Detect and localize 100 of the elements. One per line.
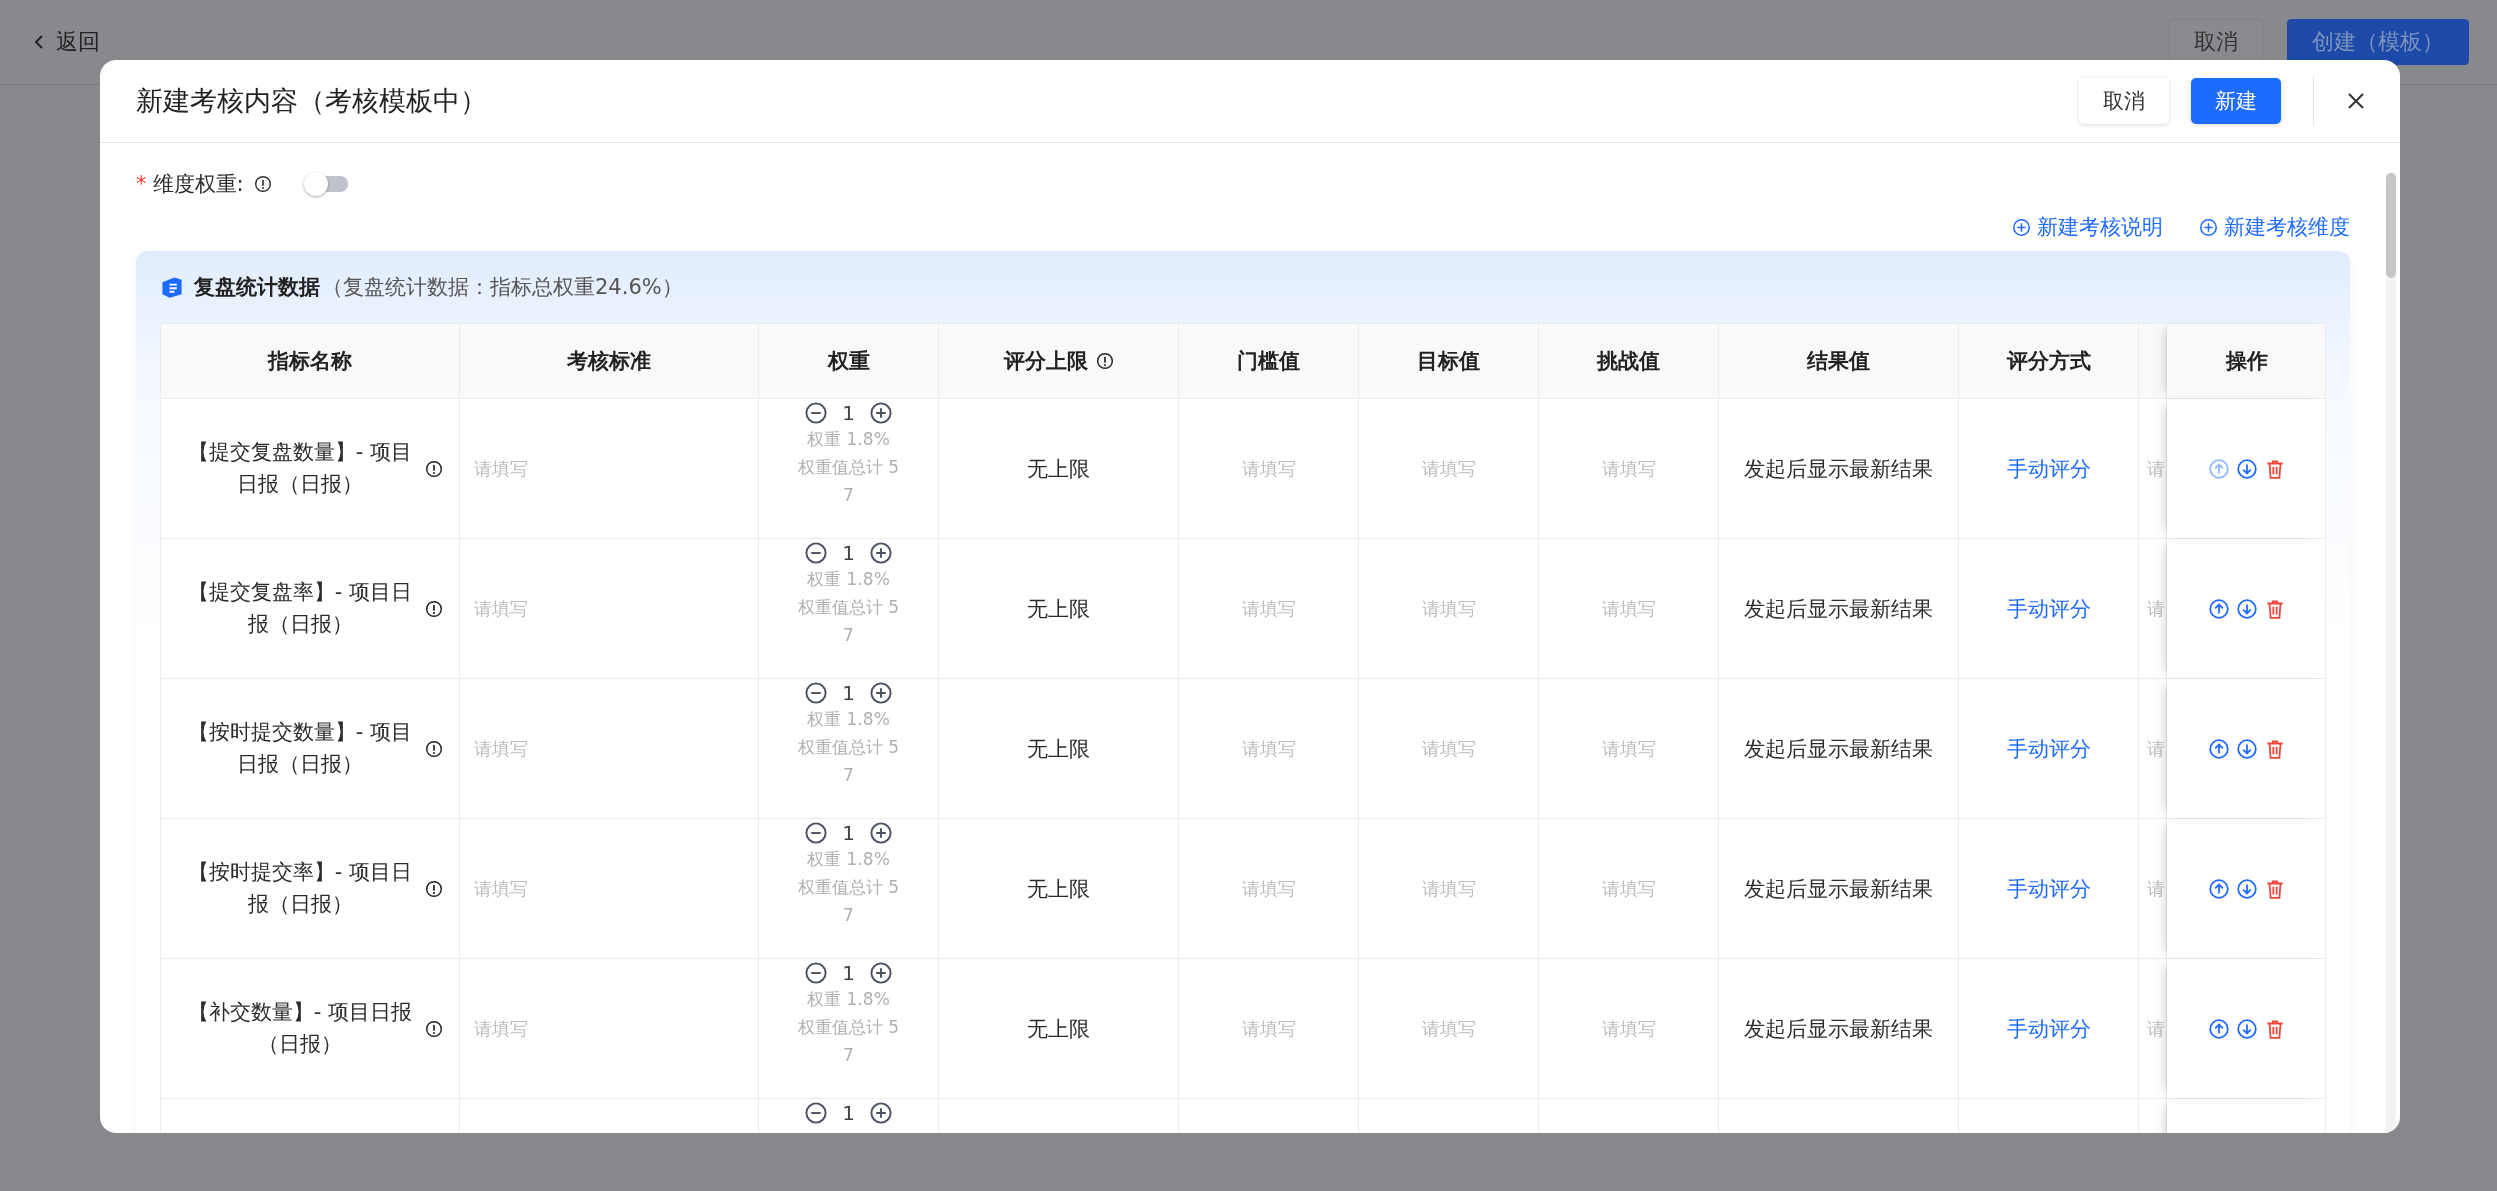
add-link[interactable]: 新建考核维度 bbox=[2199, 213, 2350, 241]
column-header: 指标名称 bbox=[268, 348, 352, 375]
input-field[interactable]: 请填写 bbox=[1376, 737, 1521, 760]
plus-icon[interactable] bbox=[868, 541, 893, 565]
weight-value: 1 bbox=[842, 681, 855, 705]
plus-circle-icon bbox=[2012, 217, 2031, 237]
scoring-link[interactable]: 手动评分 bbox=[2006, 1014, 2091, 1043]
table-cell-text: 无上限 bbox=[1027, 595, 1090, 623]
input-field[interactable]: 请填写 bbox=[1556, 457, 1701, 480]
table-cell-text: 【提交复盘率】- 项目日报（日报） bbox=[186, 579, 414, 638]
weight-value: 1 bbox=[842, 541, 855, 565]
input-field[interactable]: 请填写 bbox=[1556, 1017, 1701, 1040]
input-field[interactable]: 请填写 bbox=[1376, 597, 1521, 620]
input-field[interactable]: 请填写 bbox=[1376, 457, 1521, 480]
minus-icon[interactable] bbox=[804, 961, 829, 985]
info-icon bbox=[253, 175, 272, 193]
info-icon bbox=[425, 599, 443, 618]
arrow-down-icon[interactable] bbox=[2236, 457, 2258, 480]
input-field[interactable]: 请填写 bbox=[1556, 597, 1701, 620]
plus-icon[interactable] bbox=[868, 821, 893, 845]
minus-icon[interactable] bbox=[804, 401, 829, 425]
weight-value: 1 bbox=[842, 821, 855, 845]
table-cell: 请 bbox=[2147, 1016, 2165, 1041]
column-header: 结果值 bbox=[1807, 348, 1870, 375]
close-icon[interactable] bbox=[2346, 91, 2366, 111]
input-field[interactable]: 请填写 bbox=[472, 737, 616, 760]
input-field[interactable]: 请填写 bbox=[1556, 877, 1701, 900]
arrow-down-icon[interactable] bbox=[2236, 1017, 2258, 1040]
trash-icon[interactable] bbox=[2264, 877, 2286, 900]
scoring-link[interactable]: 手动评分 bbox=[2006, 874, 2091, 903]
arrow-down-icon[interactable] bbox=[2236, 877, 2258, 900]
weight-total: 权重值总计 57 bbox=[796, 876, 901, 927]
input-field[interactable]: 请填写 bbox=[1196, 877, 1341, 900]
input-field[interactable]: 请填写 bbox=[1376, 1017, 1521, 1040]
required-mark: * bbox=[136, 172, 147, 196]
table-cell-text: 无上限 bbox=[1027, 455, 1090, 483]
input-field[interactable]: 请填写 bbox=[1196, 737, 1341, 760]
plus-icon[interactable] bbox=[868, 961, 893, 985]
field-label: 维度权重: bbox=[152, 171, 244, 198]
back-button[interactable]: 返回 bbox=[28, 26, 106, 58]
arrow-down-icon[interactable] bbox=[2236, 597, 2258, 620]
add-link[interactable]: 新建考核说明 bbox=[2012, 213, 2163, 241]
weight-total: 权重值总计 57 bbox=[796, 1016, 901, 1067]
input-field[interactable]: 请填写 bbox=[1196, 597, 1341, 620]
create-button[interactable]: 创建（模板） bbox=[2287, 19, 2469, 65]
plus-icon[interactable] bbox=[868, 1101, 893, 1125]
arrow-up-icon[interactable] bbox=[2208, 597, 2230, 620]
plus-circle-icon bbox=[2199, 217, 2218, 237]
scoring-link[interactable]: 手动评分 bbox=[2006, 734, 2091, 763]
arrow-up-icon[interactable] bbox=[2208, 877, 2230, 900]
input-field[interactable]: 请填写 bbox=[472, 597, 616, 620]
trash-icon[interactable] bbox=[2264, 597, 2286, 620]
cancel-button[interactable]: 取消 bbox=[2079, 78, 2169, 124]
table-cell: 请 bbox=[2147, 596, 2165, 621]
info-icon bbox=[425, 1019, 443, 1038]
section-title: 复盘统计数据 bbox=[194, 274, 320, 301]
scoring-link[interactable]: 手动评分 bbox=[2006, 454, 2091, 483]
arrow-up-icon[interactable] bbox=[2208, 737, 2230, 760]
table-cell: 请 bbox=[2147, 736, 2165, 761]
input-field[interactable]: 请填写 bbox=[472, 1017, 616, 1040]
minus-icon[interactable] bbox=[804, 541, 829, 565]
minus-icon[interactable] bbox=[804, 821, 829, 845]
input-field[interactable]: 请填写 bbox=[472, 877, 616, 900]
input-field[interactable]: 请填写 bbox=[1196, 1017, 1341, 1040]
input-field[interactable]: 请填写 bbox=[472, 457, 616, 480]
dialog-title: 新建考核内容（考核模板中） bbox=[136, 84, 487, 118]
table-cell-text: 发起后显示最新结果 bbox=[1744, 595, 1933, 623]
trash-icon[interactable] bbox=[2264, 457, 2286, 480]
new-button[interactable]: 新建 bbox=[2191, 78, 2281, 124]
plus-icon[interactable] bbox=[868, 401, 893, 425]
table-cell-text: 发起后显示最新结果 bbox=[1744, 455, 1933, 483]
table-cell-text: 【按时提交率】- 项目日报（日报） bbox=[186, 859, 414, 918]
table-cell-text: 【提交复盘数量】- 项目日报（日报） bbox=[186, 439, 414, 498]
minus-icon[interactable] bbox=[804, 681, 829, 705]
section-note: （复盘统计数据：指标总权重24.6%） bbox=[322, 274, 683, 301]
info-icon bbox=[425, 879, 443, 898]
table-cell-text: 【按时提交数量】- 项目日报（日报） bbox=[186, 719, 414, 778]
weight-total: 权重值总计 57 bbox=[796, 456, 901, 507]
table-cell-text: 无上限 bbox=[1027, 875, 1090, 903]
arrow-up-icon[interactable] bbox=[2208, 1017, 2230, 1040]
column-header: 门槛值 bbox=[1237, 348, 1300, 375]
scoring-link[interactable]: 手动评分 bbox=[2006, 594, 2091, 623]
weight-percent: 权重 1.8% bbox=[807, 988, 890, 1011]
minus-icon[interactable] bbox=[804, 1101, 829, 1125]
trash-icon[interactable] bbox=[2264, 737, 2286, 760]
input-field[interactable]: 请填写 bbox=[1196, 457, 1341, 480]
input-field[interactable]: 请填写 bbox=[1556, 737, 1701, 760]
weight-percent: 权重 1.8% bbox=[807, 428, 890, 451]
plus-icon[interactable] bbox=[868, 681, 893, 705]
column-header: 挑战值 bbox=[1597, 348, 1660, 375]
scrollbar[interactable] bbox=[2386, 173, 2396, 1133]
table-cell-text: 发起后显示最新结果 bbox=[1744, 1015, 1933, 1043]
trash-icon[interactable] bbox=[2264, 1017, 2286, 1040]
table-cell-text: 【补交数量】- 项目日报（日报） bbox=[186, 999, 414, 1058]
table-cell-text: 发起后显示最新结果 bbox=[1744, 875, 1933, 903]
arrow-down-icon[interactable] bbox=[2236, 737, 2258, 760]
table-cell-text: 无上限 bbox=[1027, 1015, 1090, 1043]
weight-percent: 权重 1.8% bbox=[807, 848, 890, 871]
input-field[interactable]: 请填写 bbox=[1376, 877, 1521, 900]
column-header: 目标值 bbox=[1417, 348, 1480, 375]
